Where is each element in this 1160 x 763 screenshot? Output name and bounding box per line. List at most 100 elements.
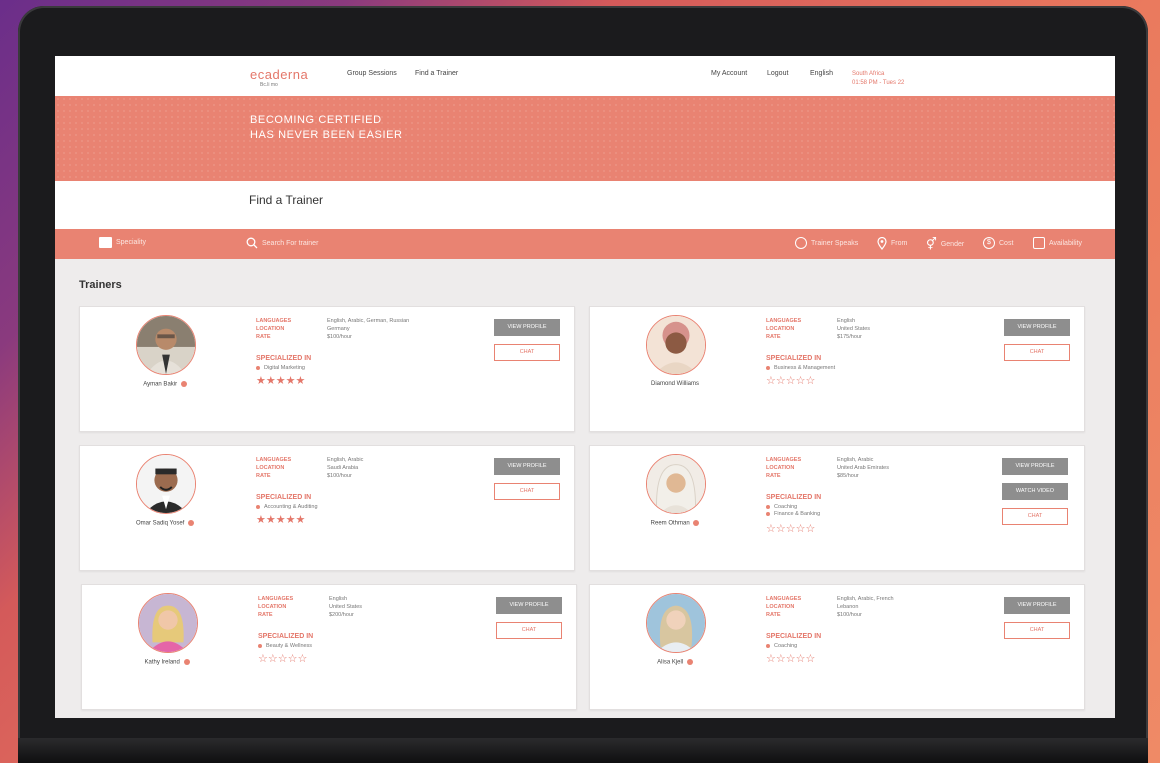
info-values: English, Arabic Saudi Arabia $100/hour: [327, 456, 363, 480]
view-profile-button[interactable]: VIEW PROFILE: [496, 597, 562, 614]
checkbox-icon: [1033, 237, 1045, 249]
location-label: LOCATION: [256, 465, 285, 471]
filter-from[interactable]: From: [877, 237, 907, 250]
verified-icon: [693, 520, 700, 526]
rating-stars: ☆☆☆☆☆: [766, 523, 816, 535]
info-labels: LANGUAGES LOCATION RATE: [766, 317, 801, 341]
info-values: English, Arabic United Arab Emirates $85…: [837, 456, 889, 480]
logo-text: ecaderna: [250, 67, 309, 82]
watch-video-button[interactable]: WATCH VIDEO: [1002, 483, 1068, 500]
avatar[interactable]: [646, 454, 706, 514]
trainer-name[interactable]: Reem Othman: [610, 520, 740, 527]
filter-speciality[interactable]: Speciality: [99, 237, 146, 248]
view-profile-button[interactable]: VIEW PROFILE: [1002, 458, 1068, 475]
speciality-list: Beauty & Wellness: [258, 643, 312, 650]
info-labels: LANGUAGES LOCATION RATE: [766, 595, 801, 619]
trainer-name[interactable]: Ayman Bakir: [100, 381, 230, 388]
avatar[interactable]: [646, 315, 706, 375]
chat-button[interactable]: CHAT: [1002, 508, 1068, 525]
specialized-title: SPECIALIZED IN: [256, 494, 312, 501]
avatar[interactable]: [136, 454, 196, 514]
nav-language[interactable]: English: [810, 70, 833, 77]
view-profile-button[interactable]: VIEW PROFILE: [494, 458, 560, 475]
filter-cost[interactable]: $ Cost: [983, 237, 1013, 249]
avatar[interactable]: [646, 593, 706, 653]
trainer-name-text: Ayman Bakir: [143, 381, 178, 388]
logo[interactable]: ecaderna Bc.li mo: [250, 67, 308, 88]
filter-gender[interactable]: ⚥ Gender: [926, 237, 964, 251]
filter-trainer-speaks[interactable]: Trainer Speaks: [795, 237, 858, 249]
hero-text: BECOMING CERTIFIED HAS NEVER BEEN EASIER: [250, 113, 403, 143]
rate-label: RATE: [258, 612, 273, 618]
rate-label: RATE: [766, 612, 781, 618]
location-value: United States: [837, 326, 871, 332]
trainer-name[interactable]: Alisa Kjell: [610, 659, 740, 666]
rating-stars: ☆☆☆☆☆: [766, 375, 816, 387]
nav-logout[interactable]: Logout: [767, 70, 788, 77]
view-profile-button[interactable]: VIEW PROFILE: [1004, 597, 1070, 614]
dollar-icon: $: [983, 237, 995, 249]
location-label: LOCATION: [766, 604, 795, 610]
trainer-name[interactable]: Omar Sadiq Yosef: [100, 520, 230, 527]
trainer-name-text: Omar Sadiq Yosef: [135, 520, 185, 527]
avatar[interactable]: [136, 315, 196, 375]
filter-gender-label: Gender: [940, 240, 965, 248]
trainer-name-text: Reem Othman: [650, 520, 690, 527]
nav-find-trainer[interactable]: Find a Trainer: [415, 70, 458, 77]
rate-value: $100/hour: [327, 334, 352, 340]
trainer-card: Reem Othman LANGUAGES LOCATION RATE Engl…: [589, 445, 1085, 571]
info-labels: LANGUAGES LOCATION RATE: [256, 456, 291, 480]
location-value: Germany: [327, 326, 350, 332]
trainer-name[interactable]: Diamond Williams: [610, 381, 740, 387]
languages-value: English, Arabic: [837, 457, 874, 463]
region-selector[interactable]: South Africa 01:58 PM - Tues 22: [852, 70, 904, 88]
rate-label: RATE: [766, 473, 781, 479]
chat-button[interactable]: CHAT: [496, 622, 562, 639]
specialized-title: SPECIALIZED IN: [766, 355, 822, 362]
rate-value: $85/hour: [837, 473, 859, 479]
speciality-list: Coaching Finance & Banking: [766, 504, 820, 518]
chat-button[interactable]: CHAT: [1004, 622, 1070, 639]
speciality-list: Digital Marketing: [256, 365, 305, 372]
filter-bar: Speciality Search For trainer Trainer Sp…: [55, 229, 1115, 259]
location-value: Lebanon: [837, 604, 859, 610]
chat-button[interactable]: CHAT: [494, 483, 560, 500]
avatar[interactable]: [138, 593, 198, 653]
app-screen: ecaderna Bc.li mo Group Sessions Find a …: [55, 56, 1115, 718]
languages-label: LANGUAGES: [766, 596, 802, 602]
info-labels: LANGUAGES LOCATION RATE: [766, 456, 801, 480]
specialized-title: SPECIALIZED IN: [256, 355, 312, 362]
view-profile-button[interactable]: VIEW PROFILE: [494, 319, 560, 336]
trainer-name[interactable]: Kathy Ireland: [102, 659, 232, 666]
speciality-item: Digital Marketing: [256, 365, 305, 372]
languages-value: English, Arabic: [327, 457, 364, 463]
chat-button[interactable]: CHAT: [1004, 344, 1070, 361]
view-profile-button[interactable]: VIEW PROFILE: [1004, 319, 1070, 336]
speech-bubble-icon: [795, 237, 807, 249]
trainer-name-text: Diamond Williams: [650, 381, 699, 387]
languages-label: LANGUAGES: [766, 318, 802, 324]
info-values: English, Arabic, German, Russian Germany…: [327, 317, 409, 341]
rate-label: RATE: [766, 334, 781, 340]
location-pin-icon: [877, 237, 887, 250]
speciality-list: Business & Management: [766, 365, 835, 372]
nav-group-sessions[interactable]: Group Sessions: [347, 70, 397, 77]
top-navigation: ecaderna Bc.li mo Group Sessions Find a …: [55, 56, 1115, 96]
rating-stars: ★★★★★: [256, 375, 306, 387]
search-input[interactable]: Search For trainer: [262, 240, 318, 247]
location-value: United States: [329, 604, 363, 610]
location-label: LOCATION: [258, 604, 287, 610]
trainer-card: Alisa Kjell LANGUAGES LOCATION RATE Engl…: [589, 584, 1085, 710]
speciality-item: Coaching: [766, 643, 797, 650]
nav-my-account[interactable]: My Account: [711, 70, 747, 77]
trainer-card: Diamond Williams LANGUAGES LOCATION RATE…: [589, 306, 1085, 432]
rate-value: $100/hour: [837, 612, 862, 618]
specialized-title: SPECIALIZED IN: [766, 633, 822, 640]
filter-availability[interactable]: Availability: [1033, 237, 1082, 249]
filter-from-label: From: [891, 240, 908, 247]
chat-button[interactable]: CHAT: [494, 344, 560, 361]
filter-speciality-label: Speciality: [116, 239, 146, 246]
search-trainer[interactable]: Search For trainer: [246, 237, 318, 249]
rate-value: $100/hour: [327, 473, 352, 479]
trainer-card: Kathy Ireland LANGUAGES LOCATION RATE En…: [81, 584, 577, 710]
